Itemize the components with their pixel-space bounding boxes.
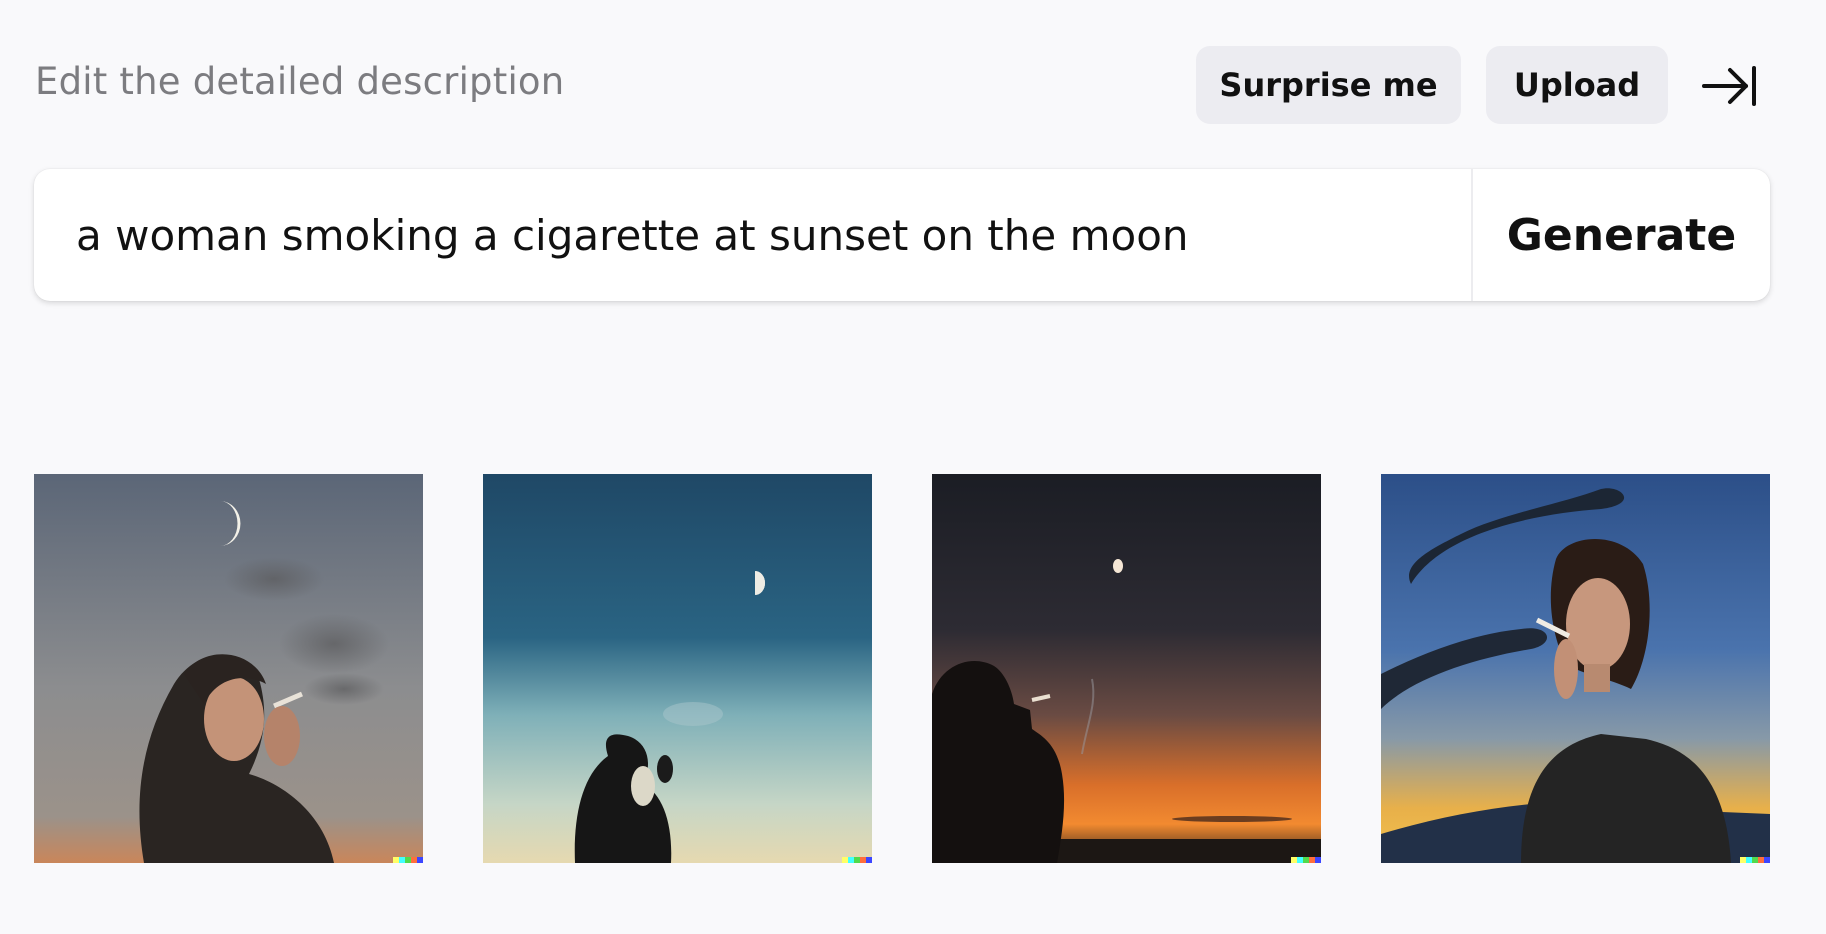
prompt-input[interactable]: [34, 169, 1471, 301]
edit-description-label: Edit the detailed description: [35, 60, 565, 103]
result-image-1[interactable]: [34, 474, 423, 863]
result-image-4[interactable]: [1381, 474, 1770, 863]
watermark-strip: [1740, 857, 1770, 863]
upload-button[interactable]: Upload: [1486, 46, 1668, 124]
surprise-me-button[interactable]: Surprise me: [1196, 46, 1461, 124]
arrow-to-right-icon[interactable]: [1700, 62, 1760, 110]
result-image-2[interactable]: [483, 474, 872, 863]
prompt-bar: Generate: [34, 169, 1770, 301]
result-image-3[interactable]: [932, 474, 1321, 863]
watermark-strip: [842, 857, 872, 863]
generate-button[interactable]: Generate: [1473, 169, 1770, 301]
watermark-strip: [1291, 857, 1321, 863]
watermark-strip: [393, 857, 423, 863]
